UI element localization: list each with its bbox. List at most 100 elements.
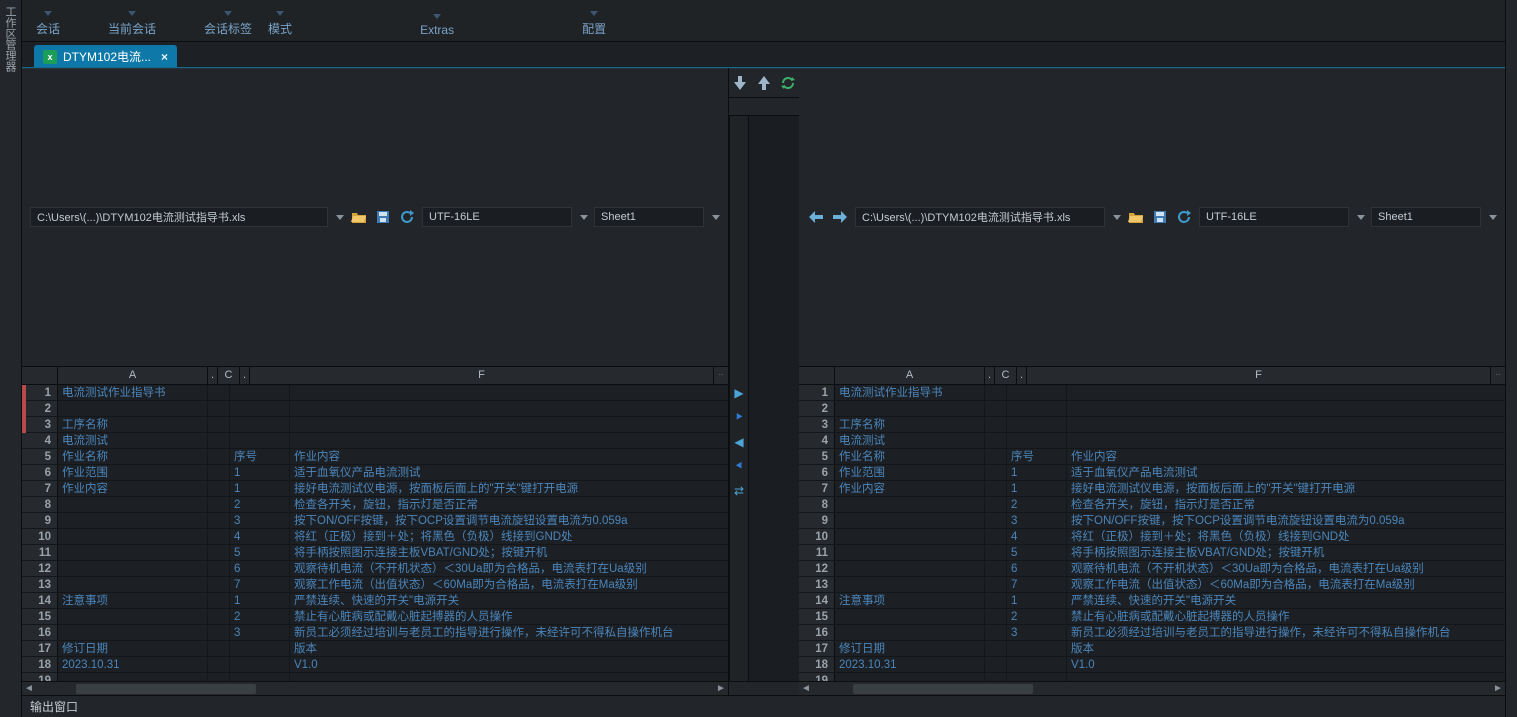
cell-F[interactable]: 禁止有心脏病或配戴心脏起搏器的人员操作	[1067, 609, 1505, 624]
cell-A[interactable]: 作业范围	[835, 465, 985, 480]
cell-F[interactable]: 检查各开关，旋钮，指示灯是否正常	[290, 497, 728, 512]
col-header-gap[interactable]: .	[208, 367, 218, 384]
cell-C[interactable]	[985, 401, 1007, 416]
cell-A[interactable]	[835, 673, 985, 682]
reload-icon[interactable]	[398, 208, 416, 226]
cell-F[interactable]: 将红（正极）接到＋处；将黑色（负极）线接到GND处	[290, 529, 728, 544]
cell-D[interactable]: 5	[230, 545, 290, 560]
table-row[interactable]: 126观察待机电流（不开机状态）＜30Ua即为合格品，电流表打在Ua级别	[799, 561, 1505, 577]
cell-C[interactable]	[985, 417, 1007, 432]
col-header-A[interactable]: A	[835, 367, 985, 384]
cell-A[interactable]: 电流测试作业指导书	[835, 385, 985, 400]
cell-A[interactable]	[835, 545, 985, 560]
cell-D[interactable]	[230, 385, 290, 400]
cell-A[interactable]	[58, 577, 208, 592]
table-row[interactable]: 2	[799, 401, 1505, 417]
table-row[interactable]: 5作业名称序号作业内容	[799, 449, 1505, 465]
scroll-thumb[interactable]	[76, 684, 256, 694]
cell-F[interactable]: 新员工必须经过培训与老员工的指导进行操作，未经许可不得私自操作机台	[290, 625, 728, 640]
cell-C[interactable]	[985, 577, 1007, 592]
cell-A[interactable]	[835, 497, 985, 512]
cell-F[interactable]: 版本	[1067, 641, 1505, 656]
output-window-bar[interactable]: 输出窗口	[22, 695, 1505, 717]
cell-A[interactable]	[58, 561, 208, 576]
cell-C[interactable]	[985, 641, 1007, 656]
folder-open-icon[interactable]	[350, 208, 368, 226]
cell-A[interactable]: 电流测试作业指导书	[58, 385, 208, 400]
cell-C[interactable]	[985, 481, 1007, 496]
cell-D[interactable]: 1	[1007, 593, 1067, 608]
cell-D[interactable]	[230, 673, 290, 682]
col-header-C[interactable]: C	[218, 367, 240, 384]
chevron-down-icon[interactable]	[336, 215, 344, 220]
row-number[interactable]: 17	[799, 641, 835, 656]
cell-F[interactable]: 观察待机电流（不开机状态）＜30Ua即为合格品，电流表打在Ua级别	[290, 561, 728, 576]
cell-C[interactable]	[208, 545, 230, 560]
cell-A[interactable]: 作业内容	[835, 481, 985, 496]
cell-A[interactable]	[835, 625, 985, 640]
row-number[interactable]: 7	[799, 481, 835, 496]
table-row[interactable]: 115将手柄按照图示连接主板VBAT/GND处；按键开机	[22, 545, 728, 561]
cell-D[interactable]: 2	[230, 497, 290, 512]
cell-D[interactable]: 6	[1007, 561, 1067, 576]
cell-F[interactable]	[1067, 433, 1505, 448]
menu-current-session[interactable]: 当前会话	[68, 11, 196, 41]
cell-D[interactable]	[230, 433, 290, 448]
cell-F[interactable]: 严禁连续、快速的开关"电源开关	[1067, 593, 1505, 608]
table-row[interactable]: 4电流测试	[22, 433, 728, 449]
right-hscrollbar[interactable]: ◄ ►	[799, 681, 1505, 695]
cell-F[interactable]: 作业内容	[1067, 449, 1505, 464]
row-number[interactable]: 5	[22, 449, 58, 464]
table-row[interactable]: 5作业名称序号作业内容	[22, 449, 728, 465]
cell-A[interactable]	[835, 529, 985, 544]
cell-D[interactable]: 2	[1007, 497, 1067, 512]
cell-D[interactable]: 6	[230, 561, 290, 576]
table-row[interactable]: 17修订日期版本	[799, 641, 1505, 657]
cell-D[interactable]	[1007, 641, 1067, 656]
cell-A[interactable]	[58, 609, 208, 624]
cell-D[interactable]	[1007, 673, 1067, 682]
cell-C[interactable]	[985, 609, 1007, 624]
table-row[interactable]: 82检查各开关，旋钮，指示灯是否正常	[22, 497, 728, 513]
cell-A[interactable]: 电流测试	[58, 433, 208, 448]
row-number[interactable]: 7	[22, 481, 58, 496]
cell-F[interactable]	[290, 417, 728, 432]
col-header-C[interactable]: C	[995, 367, 1017, 384]
cell-C[interactable]	[208, 385, 230, 400]
row-number[interactable]: 1	[22, 385, 58, 400]
cell-C[interactable]	[208, 641, 230, 656]
table-row[interactable]: 2	[22, 401, 728, 417]
cell-A[interactable]	[58, 513, 208, 528]
cell-F[interactable]: 观察工作电流（出值状态）＜60Ma即为合格品，电流表打在Ma级别	[290, 577, 728, 592]
row-number[interactable]: 3	[799, 417, 835, 432]
cell-A[interactable]: 注意事项	[58, 593, 208, 608]
cell-C[interactable]	[208, 577, 230, 592]
row-number[interactable]: 4	[799, 433, 835, 448]
table-row[interactable]: 7作业内容1接好电流测试仪电源，按面板后面上的"开关"键打开电源	[799, 481, 1505, 497]
cell-A[interactable]	[58, 529, 208, 544]
cell-F[interactable]: 适于血氧仪产品电流测试	[1067, 465, 1505, 480]
chevron-down-icon[interactable]	[1489, 215, 1497, 220]
table-row[interactable]: 126观察待机电流（不开机状态）＜30Ua即为合格品，电流表打在Ua级别	[22, 561, 728, 577]
row-number[interactable]: 12	[799, 561, 835, 576]
cell-F[interactable]	[1067, 417, 1505, 432]
file-tab[interactable]: x DTYM102电流... ×	[34, 45, 177, 67]
cell-C[interactable]	[985, 657, 1007, 672]
cell-C[interactable]	[985, 465, 1007, 480]
scroll-right-icon[interactable]: ►	[1491, 683, 1505, 694]
table-row[interactable]: 1电流测试作业指导书	[799, 385, 1505, 401]
cell-C[interactable]	[208, 401, 230, 416]
row-number[interactable]: 11	[799, 545, 835, 560]
cell-F[interactable]: 版本	[290, 641, 728, 656]
cell-C[interactable]	[208, 657, 230, 672]
menu-mode[interactable]: 模式	[260, 11, 300, 41]
cell-A[interactable]: 修订日期	[58, 641, 208, 656]
col-header-gap2[interactable]: .	[240, 367, 250, 384]
copy-right-all-icon[interactable]: ⯈	[734, 410, 744, 425]
cell-D[interactable]	[230, 401, 290, 416]
cell-A[interactable]	[835, 577, 985, 592]
chevron-down-icon[interactable]	[1113, 215, 1121, 220]
menu-session[interactable]: 会话	[28, 11, 68, 41]
row-number[interactable]: 1	[799, 385, 835, 400]
cell-F[interactable]	[1067, 401, 1505, 416]
